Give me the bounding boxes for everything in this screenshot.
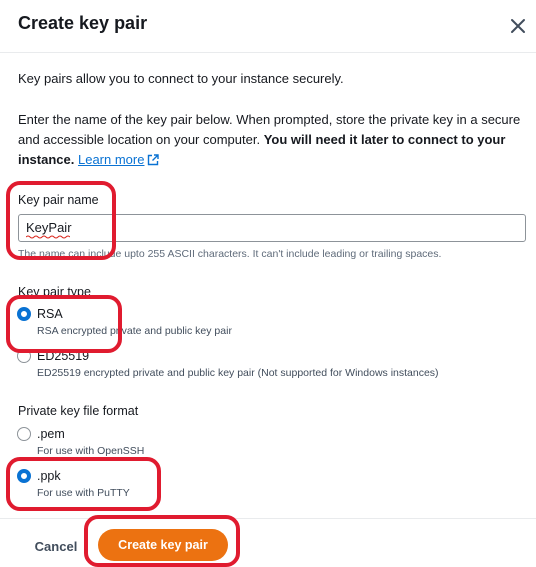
key-pair-name-input[interactable] (18, 214, 526, 242)
rsa-option-label[interactable]: RSA (37, 307, 63, 321)
footer-divider (0, 518, 536, 519)
create-key-pair-button[interactable]: Create key pair (98, 529, 228, 561)
close-icon[interactable] (506, 14, 530, 38)
modal-header: Create key pair (0, 0, 536, 53)
ed25519-option-description: ED25519 encrypted private and public key… (37, 367, 439, 379)
ppk-radio[interactable] (17, 469, 31, 483)
instructions-line-3: instance. Learn more (18, 150, 160, 172)
ppk-option-description: For use with PuTTY (37, 487, 130, 499)
ed25519-radio[interactable] (17, 349, 31, 363)
rsa-radio[interactable] (17, 307, 31, 321)
highlight-rsa (6, 295, 122, 353)
private-key-format-label: Private key file format (18, 404, 139, 418)
ed25519-option-label[interactable]: ED25519 (37, 349, 89, 363)
pem-option-label[interactable]: .pem (37, 427, 65, 441)
modal-title: Create key pair (18, 13, 148, 33)
key-pair-name-hint: The name can include upto 255 ASCII char… (18, 248, 442, 260)
intro-text: Key pairs allow you to connect to your i… (18, 71, 344, 86)
external-link-icon (147, 152, 160, 172)
pem-option-description: For use with OpenSSH (37, 445, 145, 457)
instructions-line-2: and accessible location on your computer… (18, 132, 506, 147)
pem-radio[interactable] (17, 427, 31, 441)
highlight-ppk (6, 457, 161, 511)
instructions-line-1: Enter the name of the key pair below. Wh… (18, 112, 521, 127)
cancel-button[interactable]: Cancel (28, 532, 84, 560)
key-pair-name-label: Key pair name (18, 193, 99, 207)
rsa-option-description: RSA encrypted private and public key pai… (37, 325, 232, 337)
learn-more-link[interactable]: Learn more (78, 152, 144, 167)
ppk-option-label[interactable]: .ppk (37, 469, 61, 483)
key-pair-type-label: Key pair type (18, 285, 91, 299)
